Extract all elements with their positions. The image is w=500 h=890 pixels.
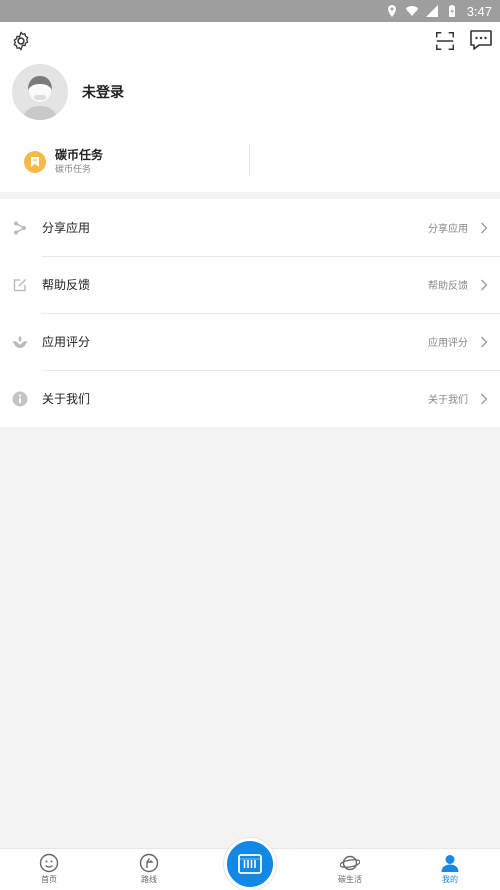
profile-header: 未登录 碳币任务 碳币任务 xyxy=(0,22,500,192)
menu-label: 应用评分 xyxy=(42,335,91,349)
message-icon[interactable] xyxy=(469,29,493,51)
chevron-right-icon xyxy=(481,393,488,404)
task-subtitle: 碳币任务 xyxy=(55,165,92,175)
rating-icon xyxy=(13,335,27,348)
wifi-icon xyxy=(405,6,419,16)
bus-card-button[interactable] xyxy=(224,838,276,890)
avatar[interactable] xyxy=(12,64,68,120)
bus-card-icon xyxy=(238,854,262,874)
tab-label: 首页 xyxy=(41,875,57,884)
menu-label: 帮助反馈 xyxy=(42,278,91,292)
tab-label: 路线 xyxy=(141,875,157,884)
task-divider xyxy=(249,144,250,176)
menu-label: 分享应用 xyxy=(42,221,91,235)
tab-label: 我的 xyxy=(442,875,458,884)
battery-icon xyxy=(448,5,455,17)
signal-icon xyxy=(425,5,438,17)
chevron-right-icon xyxy=(481,222,488,233)
tab-carbon-life[interactable]: 碳生活 xyxy=(320,849,380,890)
gear-icon[interactable] xyxy=(10,30,32,52)
tab-label: 碳生活 xyxy=(338,875,362,884)
task-title: 碳币任务 xyxy=(55,148,104,162)
menu-item-share[interactable]: 分享应用 分享应用 xyxy=(0,199,500,256)
menu-value: 关于我们 xyxy=(428,395,468,406)
tab-home[interactable]: 首页 xyxy=(19,849,79,890)
location-icon xyxy=(387,5,396,17)
menu-label: 关于我们 xyxy=(42,392,91,406)
tab-mine[interactable]: 我的 xyxy=(420,849,480,890)
menu-item-about[interactable]: 关于我们 关于我们 xyxy=(0,370,500,427)
menu-value: 帮助反馈 xyxy=(428,281,468,292)
share-icon xyxy=(14,221,26,234)
menu-item-feedback[interactable]: 帮助反馈 帮助反馈 xyxy=(0,256,500,313)
menu-item-rating[interactable]: 应用评分 应用评分 xyxy=(0,313,500,370)
task-badge-icon xyxy=(24,151,46,173)
route-icon xyxy=(139,853,159,873)
planet-icon xyxy=(340,855,360,871)
clock: 3:47 xyxy=(466,3,492,19)
tab-route[interactable]: 路线 xyxy=(119,849,179,890)
status-bar: 3:47 xyxy=(0,0,500,22)
info-icon xyxy=(12,391,28,406)
carbon-task-button[interactable]: 碳币任务 碳币任务 xyxy=(24,142,103,182)
menu-list: 分享应用 分享应用 帮助反馈 帮助反馈 应用评分 应用评分 关于我们 关于我们 xyxy=(0,199,500,427)
menu-value: 分享应用 xyxy=(428,224,468,235)
default-avatar-icon xyxy=(12,64,68,120)
user-icon xyxy=(441,855,459,872)
home-icon xyxy=(39,853,59,873)
login-status[interactable]: 未登录 xyxy=(82,82,124,102)
scan-icon[interactable] xyxy=(434,30,456,52)
edit-icon xyxy=(13,278,27,291)
chevron-right-icon xyxy=(481,336,488,347)
chevron-right-icon xyxy=(481,279,488,290)
menu-value: 应用评分 xyxy=(428,338,468,349)
